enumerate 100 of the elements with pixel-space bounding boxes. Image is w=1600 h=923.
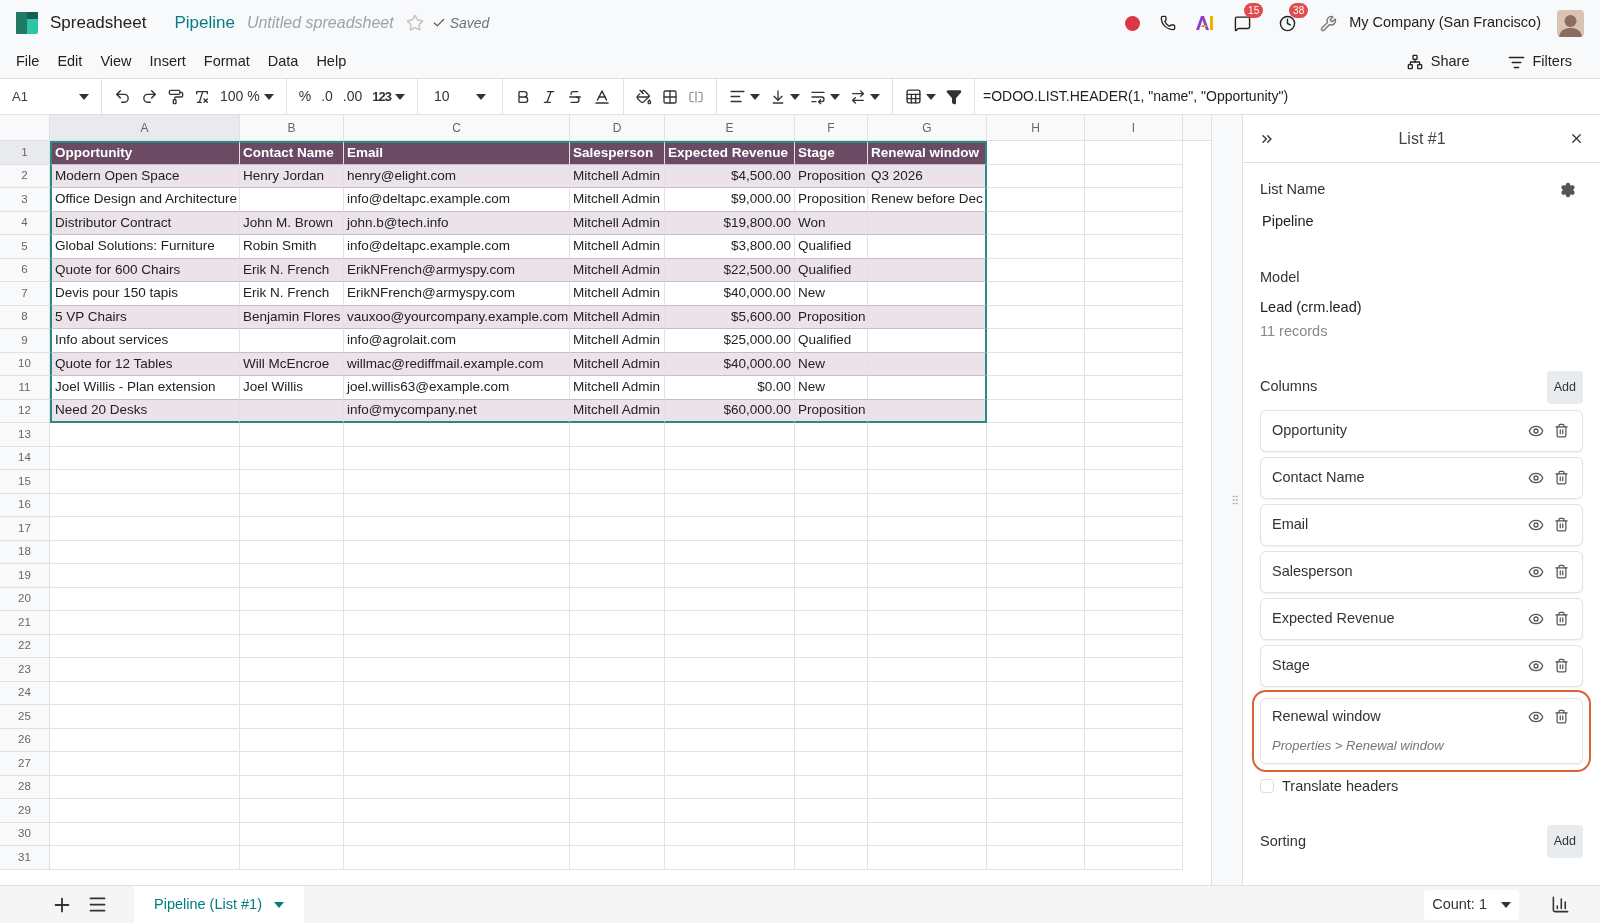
trash-icon[interactable] — [1554, 423, 1569, 438]
row-number[interactable]: 24 — [0, 681, 50, 705]
scrollbar[interactable] — [1211, 115, 1227, 885]
row-number[interactable]: 27 — [0, 752, 50, 776]
column-header[interactable]: E — [665, 115, 795, 140]
row-number[interactable]: 29 — [0, 799, 50, 823]
arrows-icon — [850, 88, 866, 105]
menu-item[interactable]: View — [100, 51, 132, 73]
share-button[interactable]: Share — [1406, 51, 1470, 73]
list-name-field[interactable]: Pipeline — [1260, 210, 1583, 233]
row-number[interactable]: 22 — [0, 634, 50, 658]
column-header[interactable]: A — [50, 115, 240, 140]
menu-item[interactable]: Format — [203, 51, 250, 73]
tools-icon[interactable] — [1320, 14, 1338, 32]
add-button[interactable]: Add — [1546, 825, 1583, 858]
checkbox[interactable] — [1260, 779, 1274, 794]
row-number[interactable]: 23 — [0, 658, 50, 682]
row-number[interactable]: 14 — [0, 446, 50, 470]
row-number[interactable]: 9 — [0, 329, 50, 353]
chat-icon[interactable] — [1234, 14, 1252, 32]
column-card[interactable]: Expected Revenue — [1260, 597, 1583, 640]
star-icon[interactable] — [405, 14, 424, 32]
trash-icon[interactable] — [1554, 564, 1569, 579]
row-number[interactable]: 20 — [0, 587, 50, 611]
filters-button[interactable]: Filters — [1507, 51, 1572, 73]
trash-icon[interactable] — [1554, 517, 1569, 532]
trash-icon[interactable] — [1554, 709, 1569, 725]
column-header[interactable]: C — [344, 115, 570, 140]
column-card[interactable]: Contact Name — [1260, 456, 1583, 499]
row-number[interactable]: 13 — [0, 423, 50, 447]
row-number[interactable]: 16 — [0, 493, 50, 517]
close-icon[interactable] — [1569, 131, 1584, 146]
row-number[interactable]: 31 — [0, 846, 50, 870]
column-header[interactable]: F — [795, 115, 868, 140]
column-header[interactable]: B — [240, 115, 344, 140]
row-number[interactable]: 7 — [0, 282, 50, 306]
phone-icon[interactable] — [1160, 15, 1177, 31]
row-number[interactable]: 2 — [0, 164, 50, 188]
row-number[interactable]: 10 — [0, 352, 50, 376]
menu-item[interactable]: File — [16, 51, 40, 73]
column-header[interactable]: I — [1085, 115, 1183, 140]
formula-bar[interactable]: =ODOO.LIST.HEADER(1, "name", "Opportunity") — [975, 86, 1297, 107]
data-inspect-icon[interactable] — [1551, 895, 1570, 914]
ai-icon[interactable] — [1196, 16, 1215, 30]
column-header[interactable]: G — [868, 115, 987, 140]
row-number[interactable]: 21 — [0, 611, 50, 635]
column-card[interactable]: Email — [1260, 503, 1583, 546]
row-number[interactable]: 28 — [0, 775, 50, 799]
trash-icon[interactable] — [1554, 611, 1569, 626]
clear-format-icon — [194, 88, 210, 105]
column-card[interactable]: Salesperson — [1260, 550, 1583, 593]
avatar[interactable] — [1557, 9, 1584, 37]
row-number[interactable]: 5 — [0, 235, 50, 259]
table-cell: Robin Smith — [240, 235, 344, 259]
decrease-decimals-button[interactable]: .0 — [317, 82, 337, 111]
column-card[interactable]: Stage — [1260, 644, 1583, 687]
row-number[interactable]: 6 — [0, 258, 50, 282]
cell-reference-box[interactable]: A1 — [0, 79, 102, 114]
row-number[interactable]: 19 — [0, 564, 50, 588]
percent-button[interactable]: % — [294, 82, 316, 111]
table-cell: John M. Brown — [240, 211, 344, 235]
row-number[interactable]: 1 — [0, 141, 50, 165]
check-icon — [431, 16, 446, 30]
menu-item[interactable]: Insert — [149, 51, 186, 73]
row-number[interactable]: 25 — [0, 705, 50, 729]
row-number[interactable]: 30 — [0, 822, 50, 846]
increase-decimals-button[interactable]: .00 — [338, 82, 367, 111]
menu-item[interactable]: Help — [316, 51, 347, 73]
column-header[interactable]: H — [987, 115, 1085, 140]
add-button[interactable]: Add — [1546, 370, 1583, 404]
trash-icon[interactable] — [1554, 470, 1569, 485]
sheet-tab[interactable]: Pipeline (List #1) — [134, 886, 304, 923]
clock-icon[interactable] — [1279, 14, 1297, 32]
document-name[interactable]: Pipeline — [174, 10, 235, 36]
table-cell: New — [795, 282, 868, 306]
row-number[interactable]: 26 — [0, 728, 50, 752]
count-dropdown[interactable]: Count: 1 — [1424, 889, 1519, 920]
column-card[interactable]: Opportunity — [1260, 409, 1583, 452]
row-number[interactable]: 3 — [0, 188, 50, 212]
row-number[interactable]: 18 — [0, 540, 50, 564]
row-number[interactable]: 4 — [0, 211, 50, 235]
row-number[interactable]: 15 — [0, 470, 50, 494]
row-number[interactable]: 11 — [0, 376, 50, 400]
zoom-dropdown[interactable]: 100 % — [216, 82, 278, 111]
company-switcher[interactable]: My Company (San Francisco) — [1349, 12, 1541, 34]
table-cell: Proposition — [795, 164, 868, 188]
font-size-dropdown[interactable]: 10 — [430, 82, 490, 111]
row-number[interactable]: 12 — [0, 399, 50, 423]
table-cell: Erik N. French — [240, 258, 344, 282]
table-cell: Mitchell Admin — [570, 282, 665, 306]
field-label: List Name — [1260, 180, 1326, 199]
number-format-dropdown[interactable]: 123 — [368, 82, 409, 111]
menu-item[interactable]: Data — [267, 51, 299, 73]
trash-icon[interactable] — [1554, 658, 1569, 673]
menu-item[interactable]: Edit — [57, 51, 83, 73]
settings-icon[interactable] — [1560, 181, 1576, 198]
row-number[interactable]: 17 — [0, 517, 50, 541]
row-number[interactable]: 8 — [0, 305, 50, 329]
column-header[interactable]: D — [570, 115, 665, 140]
record-icon[interactable] — [1125, 15, 1141, 31]
